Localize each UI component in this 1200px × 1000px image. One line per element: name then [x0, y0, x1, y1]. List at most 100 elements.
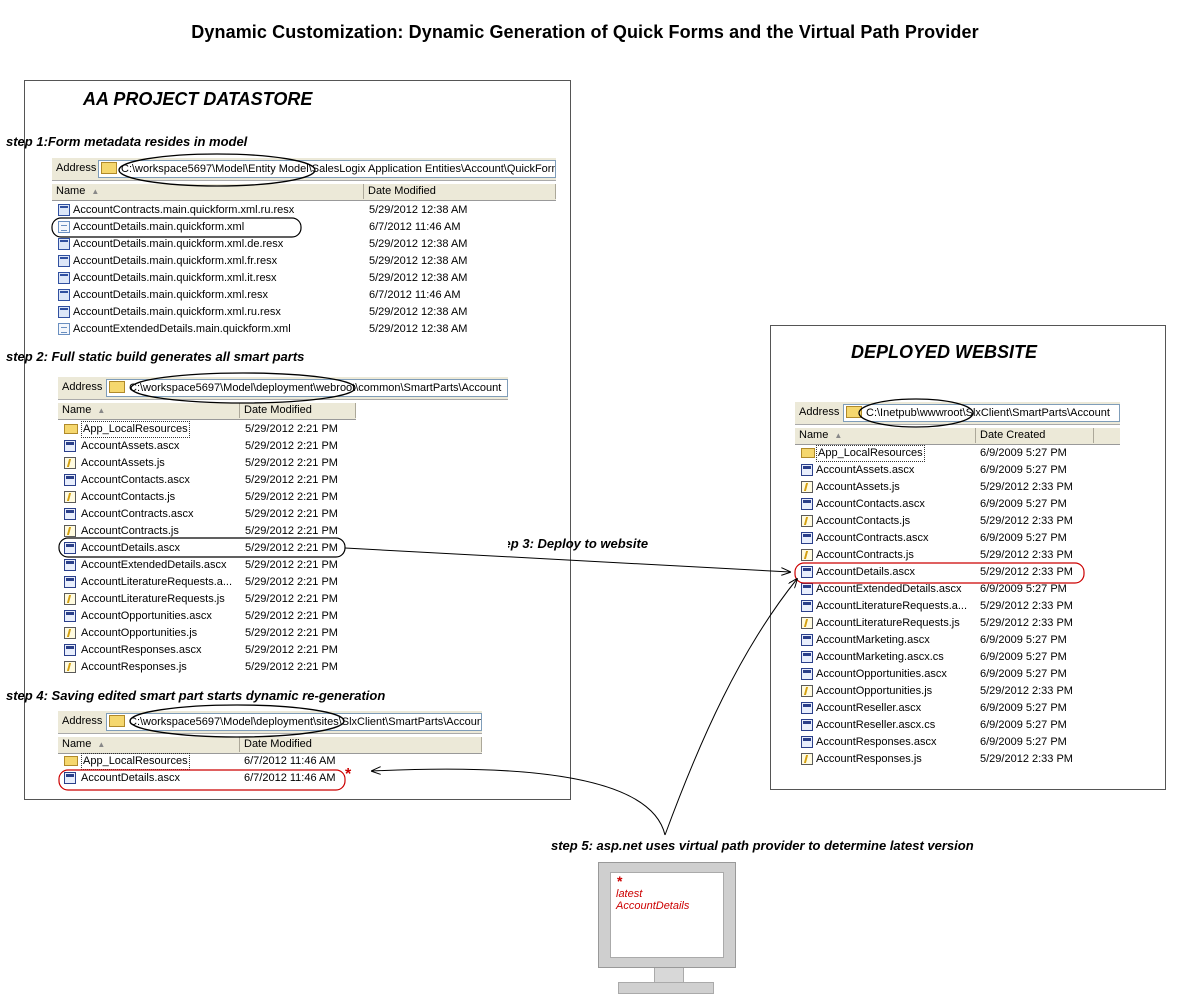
file-row[interactable]: AccountDetails.main.quickform.xml.fr.res…: [52, 253, 556, 270]
file-name: AccountOpportunities.js: [816, 685, 933, 697]
file-row[interactable]: AccountDetails.ascx 5/29/2012 2:33 PM: [795, 564, 1120, 581]
file-row[interactable]: AccountMarketing.ascx.cs 6/9/2009 5:27 PM: [795, 649, 1120, 666]
folder-icon: [64, 756, 78, 766]
address-field[interactable]: C:\workspace5697\Model\deployment\webroo…: [106, 379, 508, 397]
file-date: 5/29/2012 2:33 PM: [980, 549, 1073, 561]
file-date: 6/9/2009 5:27 PM: [980, 634, 1067, 646]
column-name-header[interactable]: Name ▲: [795, 428, 976, 443]
file-row[interactable]: AccountResponses.js 5/29/2012 2:21 PM: [58, 659, 508, 676]
step1-label: step 1:Form metadata resides in model: [6, 134, 247, 149]
file-row[interactable]: AccountExtendedDetails.main.quickform.xm…: [52, 321, 556, 338]
address-label: Address: [799, 406, 840, 418]
file-name: AccountExtendedDetails.ascx: [816, 583, 962, 595]
column-name-header[interactable]: Name ▲: [58, 737, 240, 752]
file-row[interactable]: App_LocalResources 6/9/2009 5:27 PM: [795, 445, 1120, 462]
file-date: 6/9/2009 5:27 PM: [980, 447, 1067, 459]
datastore-panel-title: AA PROJECT DATASTORE: [83, 89, 313, 109]
file-date: 5/29/2012 12:38 AM: [369, 238, 468, 250]
address-path: C:\Inetpub\wwwroot\SlxClient\SmartParts\…: [866, 407, 1110, 420]
file-date: 6/9/2009 5:27 PM: [980, 532, 1067, 544]
column-name-header[interactable]: Name ▲: [52, 184, 364, 199]
file-name: AccountContracts.js: [81, 525, 179, 537]
file-row[interactable]: AccountContracts.ascx 6/9/2009 5:27 PM: [795, 530, 1120, 547]
monitor-base: [618, 982, 714, 994]
js-file-icon: [64, 593, 76, 605]
file-name: AccountLiteratureRequests.a...: [816, 600, 968, 612]
js-file-icon: [801, 753, 813, 765]
file-row[interactable]: AccountContacts.ascx 5/29/2012 2:21 PM: [58, 472, 508, 489]
column-date-header[interactable]: Date Modified: [240, 403, 356, 418]
js-file-icon: [801, 549, 813, 561]
file-name: AccountContacts.js: [81, 491, 176, 503]
file-row[interactable]: AccountContacts.ascx 6/9/2009 5:27 PM: [795, 496, 1120, 513]
file-row[interactable]: AccountDetails.main.quickform.xml.ru.res…: [52, 304, 556, 321]
file-name: AccountDetails.main.quickform.xml.resx: [73, 289, 269, 301]
file-row[interactable]: AccountContacts.js 5/29/2012 2:33 PM: [795, 513, 1120, 530]
file-name: AccountAssets.ascx: [816, 464, 915, 476]
address-field[interactable]: C:\workspace5697\Model\deployment\sites\…: [106, 713, 482, 731]
file-row[interactable]: AccountLiteratureRequests.a... 5/29/2012 …: [58, 574, 508, 591]
file-row[interactable]: AccountDetails.ascx 6/7/2012 11:46 AM: [58, 770, 482, 787]
ascx-file-icon: [801, 719, 813, 731]
file-date: 5/29/2012 2:21 PM: [245, 423, 338, 435]
address-field[interactable]: C:\workspace5697\Model\Entity Model\Sale…: [98, 160, 556, 178]
file-row[interactable]: AccountAssets.js 5/29/2012 2:33 PM: [795, 479, 1120, 496]
file-date: 5/29/2012 2:33 PM: [980, 617, 1073, 629]
folder-icon: [101, 162, 117, 175]
file-row[interactable]: AccountContacts.js 5/29/2012 2:21 PM: [58, 489, 508, 506]
file-name: AccountDetails.main.quickform.xml.de.res…: [73, 238, 284, 250]
column-date-header[interactable]: Date Modified: [240, 737, 482, 752]
file-row[interactable]: AccountLiteratureRequests.js 5/29/2012 2:…: [795, 615, 1120, 632]
file-row[interactable]: AccountAssets.js 5/29/2012 2:21 PM: [58, 455, 508, 472]
file-row[interactable]: AccountOpportunities.js 5/29/2012 2:33 PM: [795, 683, 1120, 700]
address-bar: Address C:\workspace5697\Model\Entity Mo…: [52, 157, 556, 181]
webroot-explorer: Address C:\workspace5697\Model\deploymen…: [58, 376, 508, 673]
file-name: AccountDetails.ascx: [81, 542, 181, 554]
file-row[interactable]: AccountAssets.ascx 5/29/2012 2:21 PM: [58, 438, 508, 455]
column-name-header[interactable]: Name ▲: [58, 403, 240, 418]
file-row[interactable]: AccountExtendedDetails.ascx 5/29/2012 2:2…: [58, 557, 508, 574]
file-name: AccountAssets.js: [81, 457, 165, 469]
file-row[interactable]: AccountReseller.ascx.cs 6/9/2009 5:27 PM: [795, 717, 1120, 734]
file-row[interactable]: AccountLiteratureRequests.a... 5/29/2012 …: [795, 598, 1120, 615]
file-row[interactable]: App_LocalResources 5/29/2012 2:21 PM: [58, 421, 508, 438]
file-row[interactable]: AccountDetails.ascx 5/29/2012 2:21 PM: [58, 540, 508, 557]
address-label: Address: [62, 715, 103, 727]
column-date-header[interactable]: Date Created: [976, 428, 1094, 443]
folder-icon: [801, 448, 815, 458]
file-row[interactable]: AccountLiteratureRequests.js 5/29/2012 2:…: [58, 591, 508, 608]
ascx-file-icon: [801, 532, 813, 544]
js-file-icon: [64, 491, 76, 503]
resx-file-icon: [58, 204, 70, 216]
ascx-file-icon: [801, 600, 813, 612]
file-row[interactable]: AccountDetails.main.quickform.xml.it.res…: [52, 270, 556, 287]
file-row[interactable]: AccountContracts.js 5/29/2012 2:21 PM: [58, 523, 508, 540]
xml-file-icon: [58, 323, 70, 335]
file-row[interactable]: AccountOpportunities.js 5/29/2012 2:21 PM: [58, 625, 508, 642]
file-row[interactable]: AccountContracts.js 5/29/2012 2:33 PM: [795, 547, 1120, 564]
file-row[interactable]: AccountReseller.ascx 6/9/2009 5:27 PM: [795, 700, 1120, 717]
file-row[interactable]: AccountContracts.main.quickform.xml.ru.r…: [52, 202, 556, 219]
file-row[interactable]: AccountAssets.ascx 6/9/2009 5:27 PM: [795, 462, 1120, 479]
file-row[interactable]: AccountOpportunities.ascx 5/29/2012 2:21 …: [58, 608, 508, 625]
file-row[interactable]: AccountExtendedDetails.ascx 6/9/2009 5:27…: [795, 581, 1120, 598]
file-date: 5/29/2012 12:38 AM: [369, 204, 468, 216]
file-name: AccountDetails.ascx: [816, 566, 916, 578]
file-row[interactable]: AccountResponses.ascx 6/9/2009 5:27 PM: [795, 734, 1120, 751]
file-date: 5/29/2012 2:21 PM: [245, 593, 338, 605]
file-date: 5/29/2012 2:21 PM: [245, 610, 338, 622]
file-row[interactable]: App_LocalResources 6/7/2012 11:46 AM: [58, 753, 482, 770]
file-row[interactable]: AccountOpportunities.ascx 6/9/2009 5:27 P…: [795, 666, 1120, 683]
column-header: Name ▲ Date Modified: [52, 184, 556, 201]
file-row[interactable]: AccountResponses.ascx 5/29/2012 2:21 PM: [58, 642, 508, 659]
column-date-header[interactable]: Date Modified: [364, 184, 556, 199]
file-name: AccountLiteratureRequests.js: [816, 617, 960, 629]
ascx-file-icon: [64, 610, 76, 622]
file-row[interactable]: AccountDetails.main.quickform.xml.de.res…: [52, 236, 556, 253]
address-field[interactable]: C:\Inetpub\wwwroot\SlxClient\SmartParts\…: [843, 404, 1120, 422]
file-row[interactable]: AccountDetails.main.quickform.xml.resx 6/…: [52, 287, 556, 304]
file-row[interactable]: AccountResponses.js 5/29/2012 2:33 PM: [795, 751, 1120, 768]
file-row[interactable]: AccountMarketing.ascx 6/9/2009 5:27 PM: [795, 632, 1120, 649]
file-row[interactable]: AccountDetails.main.quickform.xml 6/7/201…: [52, 219, 556, 236]
file-row[interactable]: AccountContracts.ascx 5/29/2012 2:21 PM: [58, 506, 508, 523]
